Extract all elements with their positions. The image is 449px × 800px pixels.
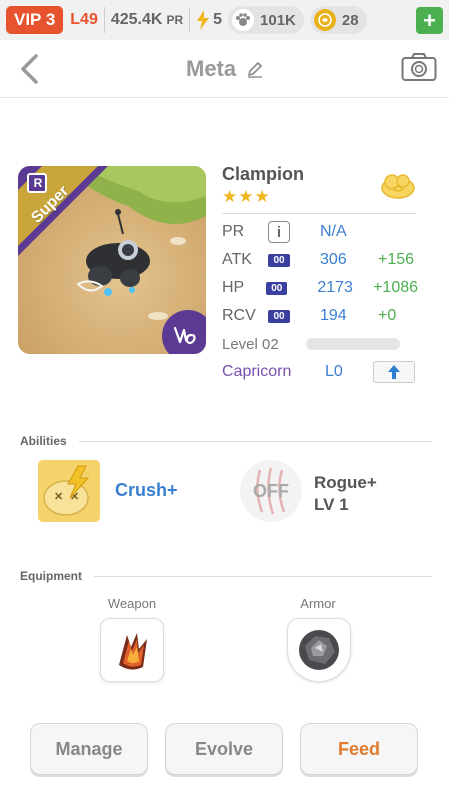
weapon-slot[interactable] [100, 618, 164, 682]
svg-text:✕: ✕ [54, 491, 63, 503]
energy-counter: 5 [196, 10, 222, 30]
stat-label: HP [222, 279, 245, 296]
stat-value: 194 [320, 307, 347, 324]
evolve-button[interactable]: Evolve [165, 723, 283, 775]
equipment-heading: Equipment [20, 569, 432, 583]
rank-badge: R [33, 176, 43, 190]
divider [103, 7, 105, 33]
divider [94, 575, 432, 577]
edit-name-icon[interactable] [246, 60, 264, 78]
stat-label: PR [222, 223, 245, 240]
ability-name: Rogue+ LV 1 [314, 472, 377, 516]
level-label: Level 02 [222, 335, 279, 353]
stat-row-pr: PR i N/A [222, 218, 418, 246]
crush-icon[interactable]: ✕ ✕ [38, 460, 100, 522]
abilities-heading: Abilities [20, 434, 432, 448]
divider [222, 213, 416, 214]
ability-title: Rogue+ [314, 473, 377, 492]
plus-badge: 00 [266, 281, 288, 295]
vip-badge[interactable]: VIP 3 [6, 6, 64, 34]
arrow-up-icon [388, 365, 400, 379]
camera-icon[interactable] [401, 52, 437, 82]
abilities-title: Abilities [20, 434, 67, 448]
title-group[interactable]: Meta [186, 56, 264, 82]
flame-claw-weapon-icon [119, 633, 147, 670]
zodiac-row: Capricorn L0 [222, 358, 418, 386]
manage-button[interactable]: Manage [30, 723, 148, 775]
level-row: Level 02 [222, 330, 418, 358]
power-rating-unit: PR [166, 13, 184, 27]
armor-slot[interactable] [287, 618, 351, 682]
zodiac-name: Capricorn [222, 363, 292, 380]
cloud-element-icon [381, 174, 415, 199]
level-progress-bar [305, 338, 400, 350]
stat-row-hp: HP 00 2173 +1086 [222, 274, 418, 302]
back-icon[interactable] [14, 52, 48, 86]
equipment-title: Equipment [20, 569, 82, 583]
capricorn-zodiac-icon [173, 326, 196, 345]
stat-value: N/A [320, 223, 347, 240]
zodiac-upgrade-button[interactable] [373, 361, 415, 383]
plus-badge: 00 [268, 309, 290, 323]
ability-name: Crush+ [115, 480, 178, 500]
energy-value: 5 [213, 11, 223, 28]
page-title: Meta [186, 56, 237, 81]
stat-row-atk: ATK 00 306 +156 [222, 246, 418, 274]
paw-icon [232, 9, 255, 31]
ability-level: LV 1 [314, 495, 349, 514]
stat-value: 306 [320, 251, 347, 268]
power-rating-value: 425.4K [110, 11, 163, 28]
zodiac-level: L0 [325, 363, 343, 380]
plus-badge: 00 [268, 253, 290, 267]
stat-bonus: +156 [378, 251, 415, 268]
add-currency-button[interactable]: + [416, 7, 443, 34]
player-level: L49 [70, 11, 98, 28]
status-bar: VIP 3 L49 425.4K PR 5 101K 28 + [0, 0, 449, 40]
stat-label: ATK [222, 251, 252, 268]
stat-label: RCV [222, 307, 256, 324]
monster-portrait[interactable]: R Super [18, 166, 206, 354]
paw-currency[interactable]: 101K [228, 6, 304, 34]
coin-icon [313, 9, 336, 31]
stat-bonus: +1086 [373, 279, 419, 296]
ability-state: OFF [253, 480, 289, 501]
feed-button[interactable]: Feed [300, 723, 418, 775]
info-icon[interactable]: i [268, 221, 290, 243]
coin-value: 28 [341, 11, 359, 29]
coin-currency[interactable]: 28 [309, 6, 367, 34]
header: Meta [0, 40, 449, 98]
stat-bonus: +0 [378, 307, 397, 324]
claw-icon[interactable]: OFF [240, 460, 302, 522]
stats-panel: Clampion ★★★ PR i N/A ATK 00 306 +156 HP… [222, 160, 418, 386]
weapon-label: Weapon [107, 596, 157, 611]
divider [189, 7, 191, 33]
lightning-icon [197, 10, 210, 30]
rock-armor-icon [299, 630, 339, 670]
divider [78, 440, 432, 442]
stat-value: 2173 [317, 279, 353, 296]
power-rating: 425.4K PR [111, 11, 183, 29]
paw-value: 101K [260, 11, 296, 29]
armor-label: Armor [300, 596, 336, 611]
stat-row-rcv: RCV 00 194 +0 [222, 302, 418, 330]
